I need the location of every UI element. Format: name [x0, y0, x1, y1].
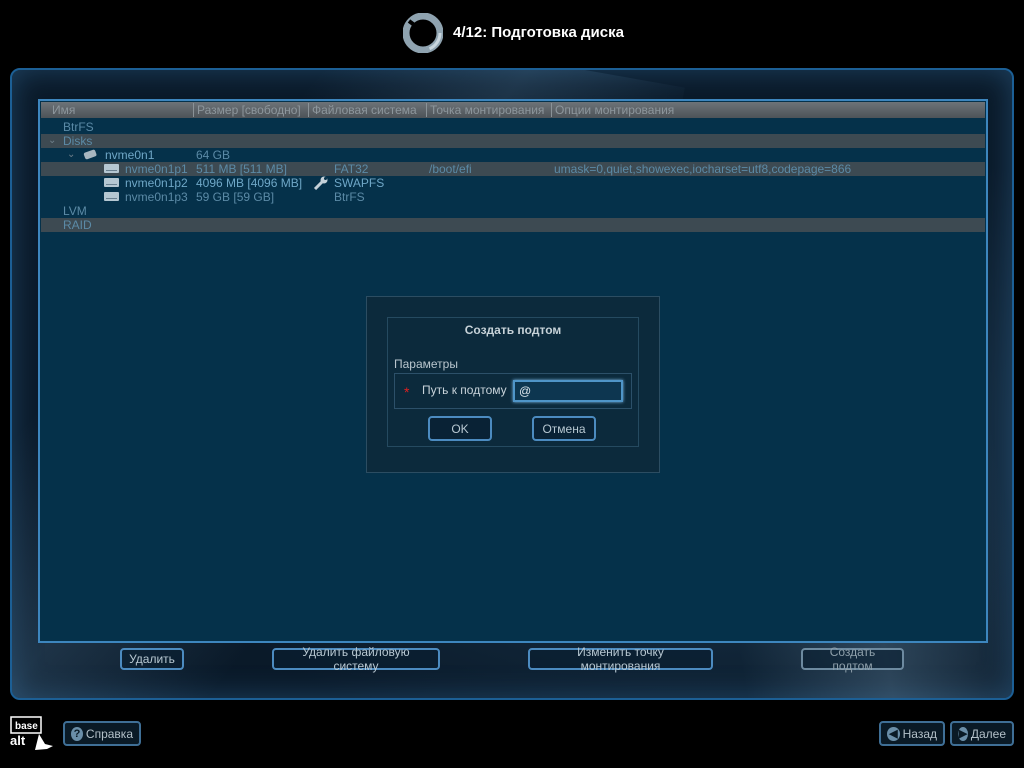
- column-header-fs[interactable]: Файловая система: [309, 103, 427, 117]
- subvolume-path-row: * Путь к подтому: [394, 373, 632, 409]
- help-icon: ?: [71, 726, 83, 741]
- row-options: umask=0,quiet,showexec,iocharset=utf8,co…: [554, 162, 852, 176]
- row-name: nvme0n1p2: [125, 176, 188, 190]
- partition-icon: [104, 192, 119, 201]
- delete-button[interactable]: Удалить: [120, 648, 184, 670]
- next-button[interactable]: ▶ Далее: [950, 721, 1014, 746]
- collapse-arrow-icon[interactable]: ⌄: [67, 148, 75, 162]
- create-subvolume-button[interactable]: Создать подтом: [801, 645, 904, 673]
- basealt-logo: base alt: [9, 716, 59, 752]
- table-row[interactable]: nvme0n1p3 59 GB [59 GB] BtrFS: [41, 190, 985, 204]
- help-button[interactable]: ? Справка: [63, 721, 141, 746]
- table-row[interactable]: nvme0n1p2 4096 MB [4096 MB] SWAPFS: [41, 176, 985, 190]
- brand-bottom-text: alt: [10, 733, 26, 748]
- row-mountpoint: /boot/efi: [429, 162, 472, 176]
- wrench-icon: [313, 176, 328, 190]
- partition-icon: [104, 164, 119, 173]
- brand-top-text: base: [15, 721, 38, 732]
- subvolume-path-label: Путь к подтому: [422, 383, 507, 397]
- create-subvolume-dialog: Создать подтом Параметры * Путь к подтом…: [366, 296, 660, 473]
- row-fs: FAT32: [334, 162, 369, 176]
- column-header-name[interactable]: Имя: [49, 103, 194, 117]
- row-name: nvme0n1: [105, 148, 155, 162]
- arrow-left-icon: ◀: [887, 726, 900, 741]
- row-name: LVM: [63, 204, 87, 218]
- table-row[interactable]: RAID: [41, 218, 985, 232]
- ok-button[interactable]: OK: [428, 416, 492, 441]
- dialog-body: Создать подтом Параметры * Путь к подтом…: [387, 317, 639, 447]
- next-label: Далее: [970, 726, 1006, 741]
- installer-header: 4/12: Подготовка диска: [0, 0, 1024, 66]
- hard-disk-icon: [83, 149, 97, 160]
- installer-logo-icon: [403, 13, 443, 53]
- required-asterisk-icon: *: [404, 384, 410, 400]
- table-row[interactable]: nvme0n1p1 511 MB [511 MB] FAT32 /boot/ef…: [41, 162, 985, 176]
- basealt-logo-icon: base alt: [10, 716, 53, 750]
- table-row[interactable]: BtrFS: [41, 120, 985, 134]
- row-name: RAID: [63, 218, 92, 232]
- row-size: 59 GB [59 GB]: [196, 190, 275, 204]
- help-label: Справка: [85, 726, 133, 741]
- step-title: 4/12: Подготовка диска: [453, 24, 624, 41]
- dialog-title: Создать подтом: [464, 323, 562, 337]
- back-label: Назад: [902, 726, 937, 741]
- table-row[interactable]: ⌄ nvme0n1 64 GB: [41, 148, 985, 162]
- row-name: BtrFS: [63, 120, 94, 134]
- row-size: 4096 MB [4096 MB]: [196, 176, 303, 190]
- row-fs: BtrFS: [334, 190, 365, 204]
- row-name: nvme0n1p1: [125, 162, 188, 176]
- delete-filesystem-button[interactable]: Удалить файловую систему: [272, 645, 440, 673]
- row-fs: SWAPFS: [334, 176, 385, 190]
- collapse-arrow-icon[interactable]: ⌄: [48, 134, 56, 148]
- row-name: nvme0n1p3: [125, 190, 188, 204]
- column-header-size[interactable]: Размер [свободно]: [194, 103, 309, 117]
- row-size: 64 GB: [196, 148, 231, 162]
- partition-icon: [104, 178, 119, 187]
- table-header: Имя Размер [свободно] Файловая система Т…: [41, 102, 985, 118]
- cancel-button[interactable]: Отмена: [532, 416, 596, 441]
- arrow-right-icon: ▶: [958, 726, 968, 741]
- parameters-group-label: Параметры: [394, 357, 458, 371]
- back-button[interactable]: ◀ Назад: [879, 721, 945, 746]
- column-header-mountpoint[interactable]: Точка монтирования: [427, 103, 552, 117]
- row-name: Disks: [63, 134, 93, 148]
- column-header-options[interactable]: Опции монтирования: [552, 103, 852, 117]
- change-mountpoint-button[interactable]: Изменить точку монтирования: [528, 645, 713, 673]
- row-size: 511 MB [511 MB]: [196, 162, 287, 176]
- table-row[interactable]: LVM: [41, 204, 985, 218]
- subvolume-path-input[interactable]: [513, 380, 623, 402]
- table-row[interactable]: ⌄ Disks: [41, 134, 985, 148]
